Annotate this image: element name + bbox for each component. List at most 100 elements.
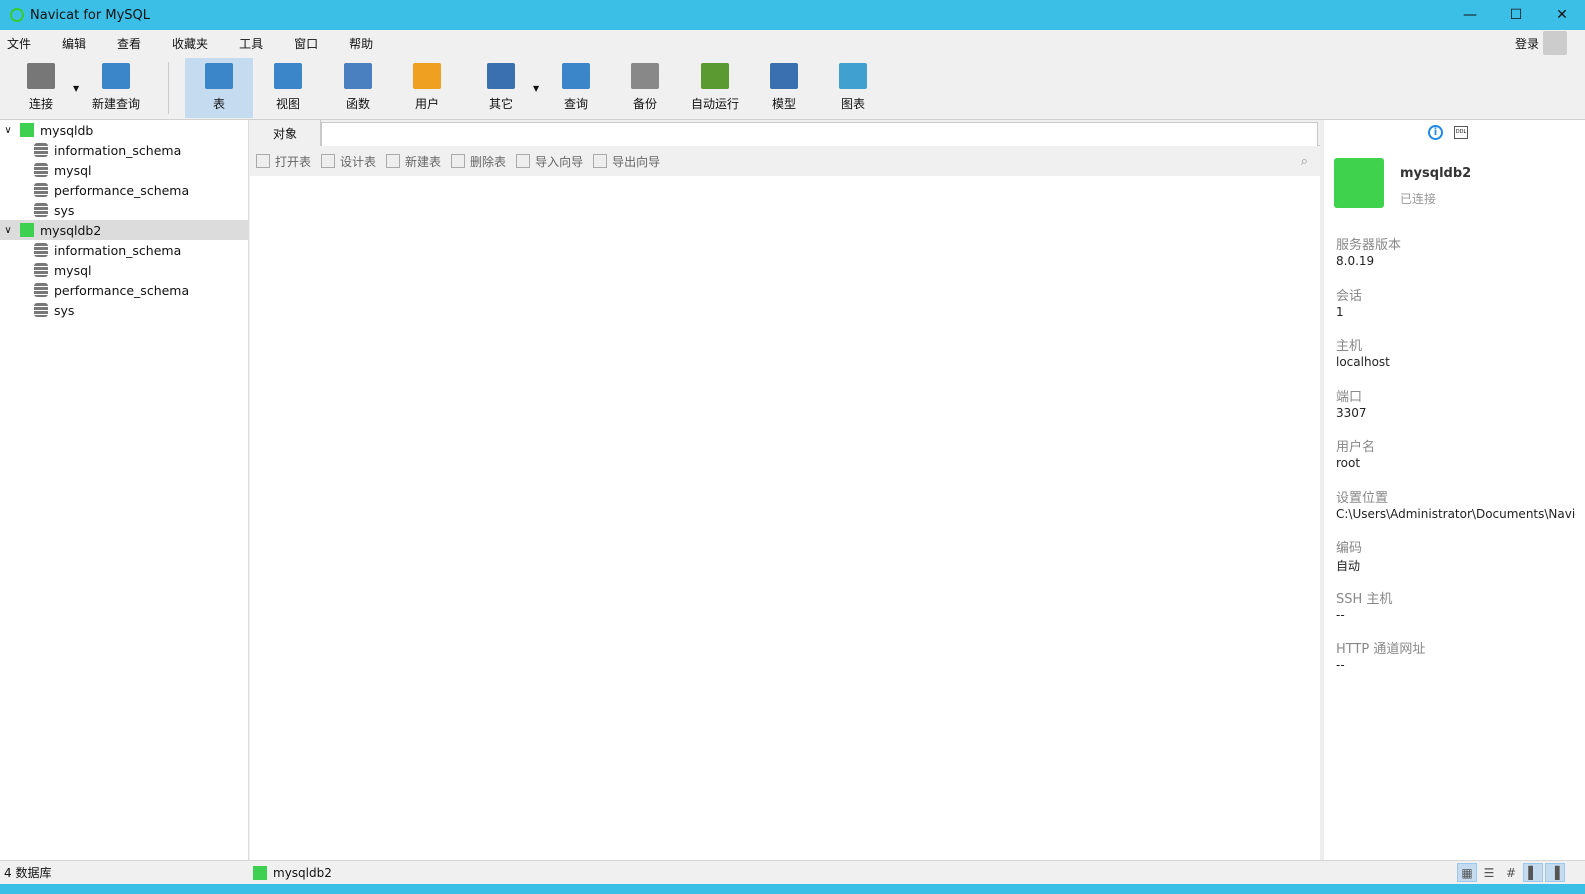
label: 图表: [840, 97, 865, 111]
tree-connection[interactable]: ∨ mysqldb2: [0, 220, 248, 240]
property-value: 8.0.19: [1336, 254, 1375, 268]
export-icon: [593, 154, 608, 168]
import-icon: [516, 154, 531, 168]
tree-database[interactable]: mysql: [0, 160, 248, 180]
other-button[interactable]: 其它: [467, 58, 535, 118]
other-dropdown-icon[interactable]: ▼: [533, 84, 539, 93]
menu-favorites[interactable]: 收藏夹: [165, 35, 208, 52]
property-value: localhost: [1336, 355, 1390, 369]
object-pane: 对象 打开表 设计表 新建表 删除表 导入向导 导出向导 ⌕: [250, 120, 1320, 860]
info-panel: i DDL mysqldb2 已连接 服务器版本 8.0.19 会话 1 主机 loc…: [1320, 120, 1585, 860]
new-query-button[interactable]: 新建查询: [82, 58, 150, 118]
label: 表: [212, 97, 225, 111]
menu-window[interactable]: 窗口: [287, 35, 318, 52]
database-name: information_schema: [54, 242, 182, 258]
database-icon: [34, 263, 48, 277]
plug-icon: [27, 63, 55, 89]
database-icon: [34, 183, 48, 197]
import-wizard-button[interactable]: 导入向导: [516, 153, 583, 170]
new-query-icon: [102, 63, 130, 89]
connection-button[interactable]: 连接: [7, 58, 75, 118]
chart-button[interactable]: 图表: [819, 58, 887, 118]
label: 自动运行: [690, 97, 739, 111]
tree-connection[interactable]: ∨ mysqldb: [0, 120, 248, 140]
export-wizard-button[interactable]: 导出向导: [593, 153, 660, 170]
connection-name: mysqldb2: [1400, 166, 1472, 181]
tools-icon: [487, 63, 515, 89]
tree-database[interactable]: sys: [0, 200, 248, 220]
label: 备份: [632, 97, 657, 111]
label: 设计表: [340, 154, 377, 169]
toggle-info-pane-icon[interactable]: ▐: [1545, 863, 1565, 882]
query-button[interactable]: 查询: [542, 58, 610, 118]
mysql-dolphin-logo-icon: [1334, 158, 1384, 208]
automation-button[interactable]: 自动运行: [681, 58, 749, 118]
status-bar: 4 数据库 mysqldb2 ▦ ☰ # ▌ ▐: [0, 860, 1585, 884]
backup-button[interactable]: 备份: [611, 58, 679, 118]
chart-icon: [839, 63, 867, 89]
property-value: 3307: [1336, 405, 1367, 420]
database-name: performance_schema: [54, 182, 190, 198]
tree-database[interactable]: mysql: [0, 260, 248, 280]
connection-status: 已连接: [1400, 192, 1437, 206]
tab-objects[interactable]: 对象: [250, 120, 321, 146]
divider: [168, 62, 169, 114]
label: 删除表: [470, 154, 507, 169]
menu-file[interactable]: 文件: [0, 35, 31, 52]
property-ssh-host: SSH 主机 --: [1336, 588, 1576, 639]
view-button[interactable]: 视图: [254, 58, 322, 118]
icon-view-icon[interactable]: ▦: [1457, 863, 1477, 882]
minimize-button[interactable]: —: [1447, 0, 1493, 30]
connection-dropdown-icon[interactable]: ▼: [73, 84, 79, 93]
close-button[interactable]: ✕: [1539, 0, 1585, 30]
tree-database[interactable]: information_schema: [0, 240, 248, 260]
title-bar: Navicat for MySQL — ☐ ✕: [0, 0, 1585, 30]
function-icon: [344, 63, 372, 89]
ddl-icon[interactable]: DDL: [1454, 126, 1468, 139]
toggle-left-pane-icon[interactable]: ▌: [1523, 863, 1543, 882]
tree-database[interactable]: performance_schema: [0, 280, 248, 300]
database-icon: [34, 283, 48, 297]
property-server-version: 服务器版本 8.0.19: [1336, 234, 1576, 285]
property-key: 端口: [1336, 389, 1363, 405]
menu-tools[interactable]: 工具: [232, 35, 263, 52]
maximize-button[interactable]: ☐: [1493, 0, 1539, 30]
avatar[interactable]: [1543, 31, 1567, 55]
open-table-button[interactable]: 打开表: [256, 153, 311, 170]
label: 函数: [345, 97, 370, 111]
list-view-icon[interactable]: ☰: [1479, 863, 1499, 882]
label: 查询: [563, 97, 588, 111]
menu-view[interactable]: 查看: [110, 35, 141, 52]
property-value: 自动: [1336, 559, 1361, 573]
property-host: 主机 localhost: [1336, 335, 1576, 386]
property-sessions: 会话 1: [1336, 285, 1576, 336]
connection-name: mysqldb: [40, 122, 94, 138]
menu-edit[interactable]: 编辑: [55, 35, 86, 52]
info-icon[interactable]: i: [1428, 125, 1443, 140]
login-link[interactable]: 登录: [1515, 35, 1539, 52]
function-button[interactable]: 函数: [324, 58, 392, 118]
tree-database[interactable]: information_schema: [0, 140, 248, 160]
delete-table-button[interactable]: 删除表: [451, 153, 506, 170]
search-icon[interactable]: ⌕: [1301, 154, 1308, 169]
property-username: 用户名 root: [1336, 436, 1576, 487]
tree-database[interactable]: performance_schema: [0, 180, 248, 200]
table-button[interactable]: 表: [185, 58, 253, 118]
navicat-logo-icon: [10, 8, 24, 22]
design-table-button[interactable]: 设计表: [321, 153, 376, 170]
label: 用户: [414, 97, 439, 111]
new-table-button[interactable]: 新建表: [386, 153, 441, 170]
menu-help[interactable]: 帮助: [342, 35, 373, 52]
chevron-down-icon[interactable]: ∨: [0, 225, 16, 236]
label: 视图: [275, 97, 300, 111]
database-name: information_schema: [54, 142, 182, 158]
property-key: 用户名: [1336, 440, 1376, 455]
detail-view-icon[interactable]: #: [1501, 863, 1521, 882]
model-button[interactable]: 模型: [750, 58, 818, 118]
chevron-down-icon[interactable]: ∨: [0, 125, 16, 136]
database-name: sys: [54, 302, 75, 318]
database-name: sys: [54, 202, 75, 218]
user-button[interactable]: 用户: [393, 58, 461, 118]
tree-database[interactable]: sys: [0, 300, 248, 320]
view-icon: [274, 63, 302, 89]
